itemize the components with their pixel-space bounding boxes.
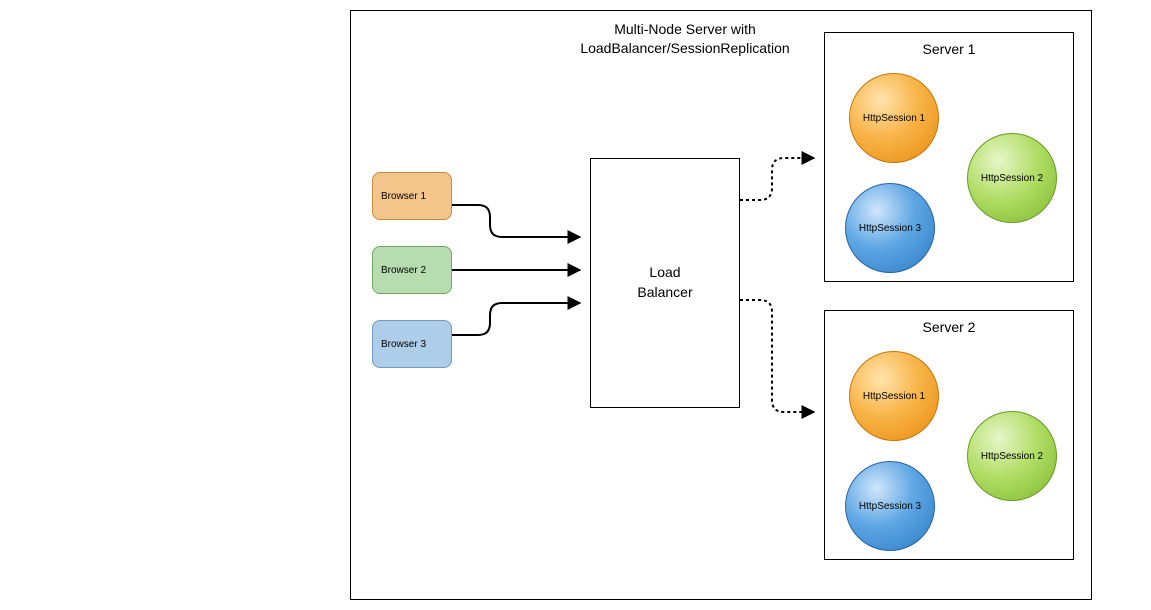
server-2-title: Server 2 — [825, 319, 1073, 335]
server-2-session-3: HttpSession 3 — [845, 461, 935, 551]
browser-3: Browser 3 — [372, 320, 452, 368]
browser-2: Browser 2 — [372, 246, 452, 294]
diagram-canvas: Multi-Node Server with LoadBalancer/Sess… — [0, 0, 1151, 610]
title-line1: Multi-Node Server with — [614, 21, 756, 37]
server-2-session-1-label: HttpSession 1 — [863, 391, 925, 402]
server-1-session-3-label: HttpSession 3 — [859, 223, 921, 234]
lb-line2: Balancer — [637, 284, 692, 300]
diagram-title: Multi-Node Server with LoadBalancer/Sess… — [555, 20, 815, 58]
server-1-session-2-label: HttpSession 2 — [981, 173, 1043, 184]
browser-1-label: Browser 1 — [381, 191, 426, 202]
lb-line1: Load — [649, 264, 680, 280]
server-1-title: Server 1 — [825, 41, 1073, 57]
server-2-session-3-label: HttpSession 3 — [859, 501, 921, 512]
server-1-session-3: HttpSession 3 — [845, 183, 935, 273]
load-balancer-label: Load Balancer — [637, 263, 692, 302]
server-1-session-1: HttpSession 1 — [849, 73, 939, 163]
server-1-session-1-label: HttpSession 1 — [863, 113, 925, 124]
title-line2: LoadBalancer/SessionReplication — [580, 40, 789, 56]
server-1-box: Server 1 HttpSession 1 HttpSession 2 Htt… — [824, 32, 1074, 282]
server-2-box: Server 2 HttpSession 1 HttpSession 2 Htt… — [824, 310, 1074, 560]
browser-2-label: Browser 2 — [381, 265, 426, 276]
server-2-session-2-label: HttpSession 2 — [981, 451, 1043, 462]
load-balancer-box: Load Balancer — [590, 158, 740, 408]
server-2-session-1: HttpSession 1 — [849, 351, 939, 441]
server-1-session-2: HttpSession 2 — [967, 133, 1057, 223]
browser-1: Browser 1 — [372, 172, 452, 220]
server-2-session-2: HttpSession 2 — [967, 411, 1057, 501]
browser-3-label: Browser 3 — [381, 339, 426, 350]
